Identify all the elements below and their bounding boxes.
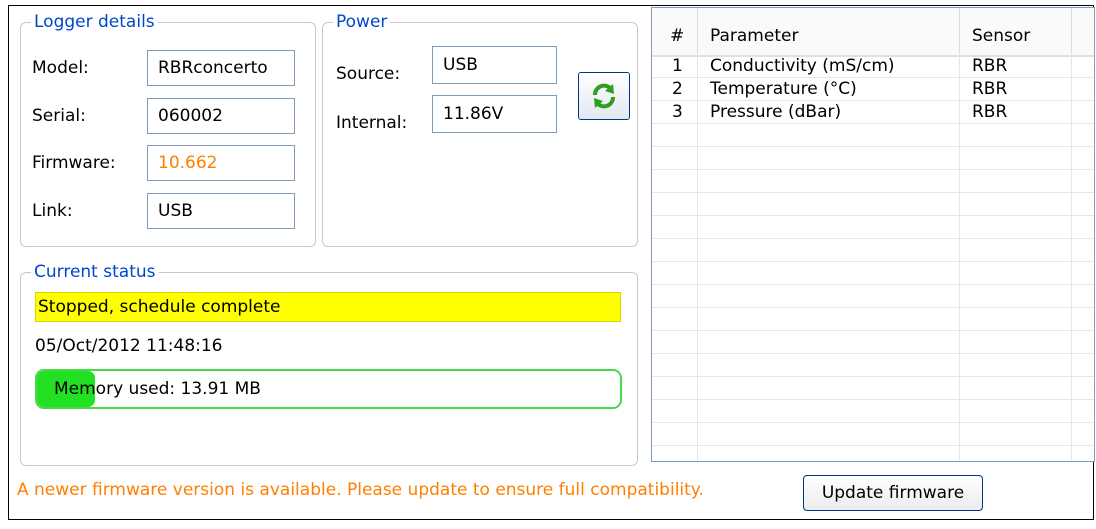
model-label: Model:	[32, 58, 89, 78]
column-header-number[interactable]: #	[652, 8, 698, 55]
logger-details-title: Logger details	[34, 12, 155, 32]
row-sensor: RBR	[972, 56, 1008, 76]
serial-label: Serial:	[32, 106, 86, 126]
status-bar: Stopped, schedule complete	[35, 292, 621, 322]
table-row	[652, 285, 1094, 308]
table-row	[652, 239, 1094, 262]
table-row[interactable]: 3 Pressure (dBar) RBR	[652, 101, 1094, 124]
column-header-parameter[interactable]: Parameter	[698, 8, 960, 55]
row-sensor: RBR	[972, 102, 1008, 122]
refresh-icon	[593, 83, 615, 109]
model-field[interactable]: RBRconcerto	[147, 50, 295, 86]
firmware-field[interactable]: 10.662	[147, 145, 295, 181]
row-parameter: Temperature (°C)	[710, 79, 857, 99]
table-row	[652, 423, 1094, 446]
table-row[interactable]: 2 Temperature (°C) RBR	[652, 78, 1094, 101]
row-number: 3	[672, 102, 683, 122]
table-row	[652, 170, 1094, 193]
table-header: # Parameter Sensor	[652, 8, 1094, 57]
current-status-title: Current status	[34, 262, 156, 282]
table-row	[652, 262, 1094, 285]
source-label: Source:	[336, 64, 401, 84]
source-field[interactable]: USB	[432, 46, 557, 84]
serial-field[interactable]: 060002	[147, 98, 295, 134]
table-row	[652, 124, 1094, 147]
firmware-update-warning: A newer firmware version is available. P…	[17, 480, 704, 500]
table-row	[652, 147, 1094, 170]
internal-voltage-field[interactable]: 11.86V	[432, 95, 557, 133]
parameters-table[interactable]: # Parameter Sensor 1 Conductivity (mS/cm)…	[651, 7, 1095, 462]
table-row	[652, 400, 1094, 423]
table-row	[652, 377, 1094, 400]
power-title: Power	[336, 12, 388, 32]
table-row	[652, 331, 1094, 354]
table-row	[652, 308, 1094, 331]
table-row	[652, 216, 1094, 239]
table-row[interactable]: 1 Conductivity (mS/cm) RBR	[652, 55, 1094, 78]
row-number: 1	[672, 56, 683, 76]
memory-usage-bar: Memory used: 13.91 MB	[35, 369, 622, 409]
update-firmware-button[interactable]: Update firmware	[803, 475, 983, 511]
row-number: 2	[672, 79, 683, 99]
link-label: Link:	[32, 201, 73, 221]
status-datetime: 05/Oct/2012 11:48:16	[35, 336, 223, 356]
refresh-button[interactable]	[578, 72, 630, 120]
column-header-sensor[interactable]: Sensor	[960, 8, 1072, 55]
logger-panel: Logger details Model: RBRconcerto Serial…	[8, 5, 1095, 520]
row-parameter: Conductivity (mS/cm)	[710, 56, 895, 76]
table-row	[652, 354, 1094, 377]
memory-usage-label: Memory used: 13.91 MB	[54, 379, 261, 399]
firmware-label: Firmware:	[32, 153, 116, 173]
row-parameter: Pressure (dBar)	[710, 102, 842, 122]
table-row	[652, 193, 1094, 216]
internal-label: Internal:	[336, 113, 408, 133]
row-sensor: RBR	[972, 79, 1008, 99]
link-field[interactable]: USB	[147, 193, 295, 229]
